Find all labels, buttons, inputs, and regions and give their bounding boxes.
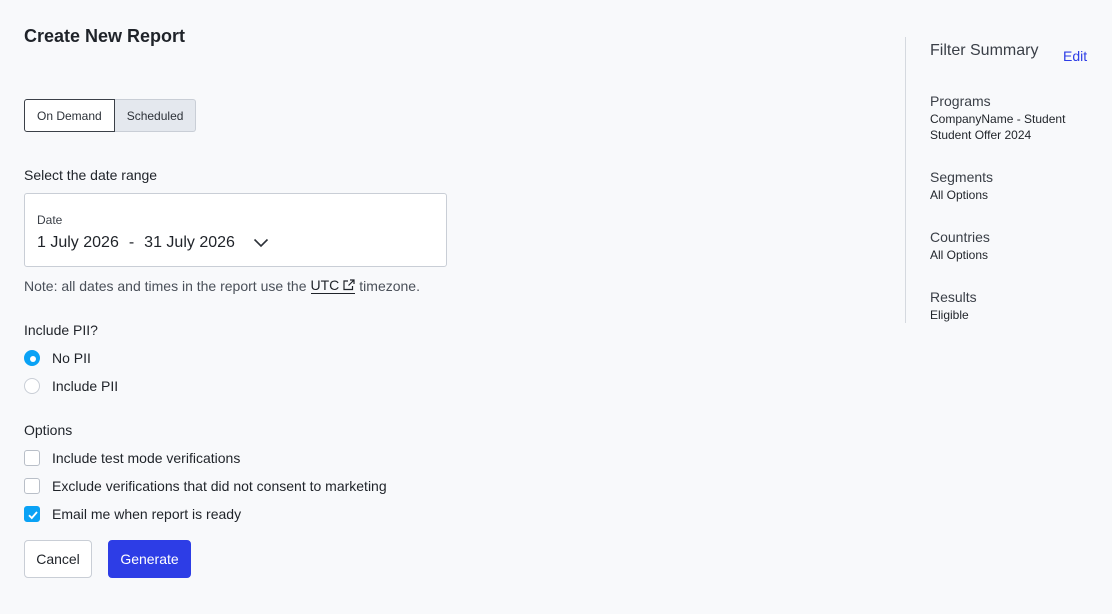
checkbox-test-mode[interactable]: Include test mode verifications bbox=[24, 450, 240, 466]
summary-value: CompanyName - Student bbox=[930, 112, 1066, 126]
radio-button-selected[interactable] bbox=[24, 350, 40, 366]
cancel-button[interactable]: Cancel bbox=[24, 540, 92, 578]
summary-programs: Programs CompanyName - Student Student O… bbox=[930, 93, 1065, 143]
timezone-note: Note: all dates and times in the report … bbox=[24, 277, 420, 294]
checkbox-email-me[interactable]: Email me when report is ready bbox=[24, 506, 241, 522]
date-range-label: Select the date range bbox=[24, 167, 158, 183]
radio-no-pii[interactable]: No PII bbox=[24, 350, 91, 366]
utc-link[interactable]: UTC bbox=[310, 277, 356, 294]
summary-heading: Countries bbox=[930, 229, 990, 245]
create-report-page: Create New Report On Demand Scheduled Se… bbox=[0, 0, 1112, 614]
radio-label: No PII bbox=[52, 350, 91, 366]
radio-label: Include PII bbox=[52, 378, 119, 394]
external-link-icon bbox=[343, 279, 355, 291]
filter-summary-title: Filter Summary bbox=[930, 42, 1039, 59]
check-icon bbox=[28, 511, 38, 520]
radio-button[interactable] bbox=[24, 378, 40, 394]
note-suffix: timezone. bbox=[359, 277, 420, 294]
pii-label: Include PII? bbox=[24, 322, 98, 338]
date-field-label: Date bbox=[37, 213, 63, 227]
checkbox-exclude-marketing[interactable]: Exclude verifications that did not conse… bbox=[24, 478, 387, 494]
end-date: 31 July 2026 bbox=[144, 234, 235, 251]
checkbox-label: Email me when report is ready bbox=[52, 506, 242, 522]
generate-button[interactable]: Generate bbox=[108, 540, 191, 578]
date-range-value: 1 July 2026 - 31 July 2026 bbox=[37, 234, 269, 252]
options-label: Options bbox=[24, 422, 73, 438]
filter-summary-panel: Filter Summary Edit Programs CompanyName… bbox=[905, 37, 1112, 323]
summary-value: Eligible bbox=[930, 308, 969, 322]
checkbox[interactable] bbox=[24, 478, 40, 494]
chevron-down-icon[interactable] bbox=[253, 238, 269, 248]
radio-include-pii[interactable]: Include PII bbox=[24, 378, 118, 394]
report-type-toggle: On Demand Scheduled bbox=[24, 99, 197, 132]
scheduled-tab[interactable]: Scheduled bbox=[114, 99, 197, 132]
summary-countries: Countries All Options bbox=[930, 229, 990, 263]
utc-link-label: UTC bbox=[310, 277, 340, 293]
checkbox-checked[interactable] bbox=[24, 506, 40, 522]
date-separator: - bbox=[128, 234, 135, 251]
summary-heading: Results bbox=[930, 289, 977, 305]
start-date: 1 July 2026 bbox=[37, 234, 119, 251]
summary-value: All Options bbox=[930, 188, 989, 202]
summary-heading: Segments bbox=[930, 169, 994, 185]
checkbox-label: Include test mode verifications bbox=[52, 450, 241, 466]
summary-segments: Segments All Options bbox=[930, 169, 993, 203]
note-prefix: Note: all dates and times in the report … bbox=[24, 277, 307, 294]
checkbox[interactable] bbox=[24, 450, 40, 466]
edit-filters-link[interactable]: Edit bbox=[1063, 48, 1087, 64]
summary-results: Results Eligible bbox=[930, 289, 977, 323]
checkbox-label: Exclude verifications that did not conse… bbox=[52, 478, 387, 494]
summary-heading: Programs bbox=[930, 93, 991, 109]
page-title: Create New Report bbox=[24, 26, 186, 46]
date-range-picker[interactable]: Date 1 July 2026 - 31 July 2026 bbox=[24, 193, 447, 267]
summary-value: All Options bbox=[930, 248, 989, 262]
summary-value: Student Offer 2024 bbox=[930, 128, 1032, 142]
on-demand-tab[interactable]: On Demand bbox=[24, 99, 115, 132]
